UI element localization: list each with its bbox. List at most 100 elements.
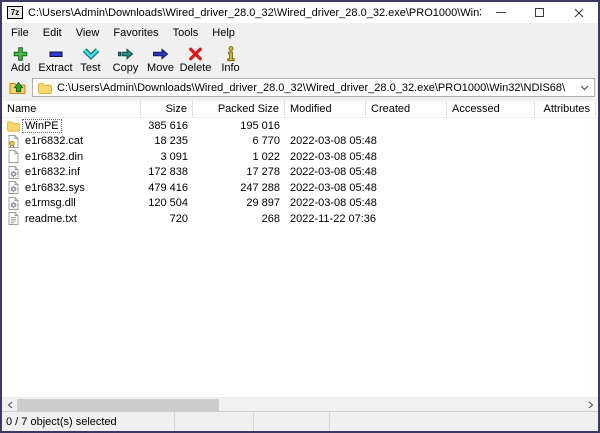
test-checkmark-icon <box>82 45 100 62</box>
info-i-icon <box>226 45 236 62</box>
status-pane-4 <box>330 412 598 431</box>
title-bar: 7z C:\Users\Admin\Downloads\Wired_driver… <box>2 2 598 23</box>
extract-button[interactable]: Extract <box>38 44 73 75</box>
info-button[interactable]: Info <box>213 44 248 75</box>
file-list-pane: Name Size Packed Size Modified Created A… <box>2 101 598 411</box>
extract-minus-icon <box>48 45 64 62</box>
menu-favorites[interactable]: Favorites <box>106 23 165 42</box>
app-icon-7zip: 7z <box>7 6 23 19</box>
delete-label: Delete <box>180 62 212 75</box>
status-pane-2 <box>175 412 254 431</box>
file-name[interactable]: e1r6832.din <box>23 151 85 163</box>
file-name[interactable]: readme.txt <box>23 213 79 225</box>
extract-label: Extract <box>38 62 72 75</box>
table-row-readme[interactable]: readme.txt 720 268 2022-11-22 07:36 <box>2 211 598 227</box>
system-file-icon <box>7 181 20 194</box>
horizontal-scrollbar[interactable] <box>2 397 598 411</box>
file-modified: 2022-11-22 07:36 <box>285 213 366 225</box>
file-modified: 2022-03-08 05:48 <box>285 197 366 209</box>
add-label: Add <box>11 62 31 75</box>
table-row-inf[interactable]: e1r6832.inf 172 838 17 278 2022-03-08 05… <box>2 165 598 181</box>
maximize-button[interactable] <box>520 2 559 23</box>
folder-icon <box>7 119 20 132</box>
delete-x-icon <box>188 45 203 62</box>
menu-file[interactable]: File <box>4 23 36 42</box>
app-icon-text: 7z <box>11 8 19 17</box>
close-icon <box>574 8 584 18</box>
add-plus-icon <box>12 45 29 62</box>
menu-tools[interactable]: Tools <box>166 23 206 42</box>
list-empty-area <box>2 227 598 398</box>
delete-button[interactable]: Delete <box>178 44 213 75</box>
file-name[interactable]: e1r6832.cat <box>23 135 85 147</box>
file-packed-size: 195 016 <box>193 120 285 132</box>
close-button[interactable] <box>559 2 598 23</box>
table-row-sys[interactable]: e1r6832.sys 479 416 247 288 2022-03-08 0… <box>2 180 598 196</box>
move-label: Move <box>147 62 174 75</box>
copy-label: Copy <box>113 62 139 75</box>
table-row-din[interactable]: e1r6832.din 3 091 1 022 2022-03-08 05:48 <box>2 149 598 165</box>
file-packed-size: 17 278 <box>193 166 285 178</box>
text-file-icon <box>7 212 20 225</box>
file-name[interactable]: e1r6832.inf <box>23 166 82 178</box>
file-packed-size: 268 <box>193 213 285 225</box>
table-row-cat[interactable]: e1r6832.cat 18 235 6 770 2022-03-08 05:4… <box>2 134 598 150</box>
file-modified: 2022-03-08 05:48 <box>285 135 366 147</box>
copy-button[interactable]: Copy <box>108 44 143 75</box>
scroll-right-arrow[interactable] <box>583 398 598 412</box>
address-path[interactable]: C:\Users\Admin\Downloads\Wired_driver_28… <box>57 82 575 94</box>
chevron-left-icon <box>7 401 13 409</box>
status-pane-3 <box>254 412 330 431</box>
file-name[interactable]: e1r6832.sys <box>23 182 87 194</box>
column-header-packed-size[interactable]: Packed Size <box>193 101 285 117</box>
file-packed-size: 6 770 <box>193 135 285 147</box>
add-button[interactable]: Add <box>3 44 38 75</box>
file-size: 120 504 <box>141 197 193 209</box>
file-name[interactable]: WinPE <box>23 120 61 132</box>
column-header-name[interactable]: Name <box>2 101 141 117</box>
column-header-attributes[interactable]: Attributes <box>535 101 596 117</box>
file-size: 3 091 <box>141 151 193 163</box>
file-rows: WinPE 385 616 195 016 e1r6832.cat 18 235… <box>2 118 598 227</box>
column-header-created[interactable]: Created <box>366 101 447 117</box>
parent-folder-button[interactable] <box>6 78 28 97</box>
column-header-accessed[interactable]: Accessed <box>447 101 535 117</box>
folder-icon <box>38 82 52 94</box>
file-packed-size: 247 288 <box>193 182 285 194</box>
chevron-down-icon[interactable] <box>580 85 589 91</box>
scrollbar-thumb[interactable] <box>17 399 219 411</box>
menu-help[interactable]: Help <box>205 23 242 42</box>
file-modified: 2022-03-08 05:48 <box>285 166 366 178</box>
window-controls <box>481 2 598 23</box>
file-size: 720 <box>141 213 193 225</box>
toolbar: Add Extract Test Copy Move <box>2 42 598 77</box>
file-size: 172 838 <box>141 166 193 178</box>
window-title: C:\Users\Admin\Downloads\Wired_driver_28… <box>28 7 481 19</box>
move-arrow-icon <box>152 45 169 62</box>
chevron-right-icon <box>588 401 594 409</box>
column-header-modified[interactable]: Modified <box>285 101 366 117</box>
table-row-winpe[interactable]: WinPE 385 616 195 016 <box>2 118 598 134</box>
list-header: Name Size Packed Size Modified Created A… <box>2 101 598 118</box>
file-packed-size: 1 022 <box>193 151 285 163</box>
folder-up-icon <box>9 80 26 95</box>
selection-status: 0 / 7 object(s) selected <box>2 412 175 431</box>
test-button[interactable]: Test <box>73 44 108 75</box>
scroll-left-arrow[interactable] <box>2 398 17 412</box>
setup-info-file-icon <box>7 166 20 179</box>
status-bar: 0 / 7 object(s) selected <box>2 411 598 431</box>
file-modified: 2022-03-08 05:48 <box>285 182 366 194</box>
address-combo[interactable]: C:\Users\Admin\Downloads\Wired_driver_28… <box>32 78 595 97</box>
menu-view[interactable]: View <box>69 23 107 42</box>
minimize-button[interactable] <box>481 2 520 23</box>
generic-file-icon <box>7 150 20 163</box>
column-header-size[interactable]: Size <box>141 101 193 117</box>
7zip-file-manager-window: 7z C:\Users\Admin\Downloads\Wired_driver… <box>0 0 600 433</box>
menu-edit[interactable]: Edit <box>36 23 69 42</box>
file-name[interactable]: e1rmsg.dll <box>23 197 78 209</box>
file-size: 479 416 <box>141 182 193 194</box>
info-label: Info <box>221 62 239 75</box>
table-row-dll[interactable]: e1rmsg.dll 120 504 29 897 2022-03-08 05:… <box>2 196 598 212</box>
file-packed-size: 29 897 <box>193 197 285 209</box>
move-button[interactable]: Move <box>143 44 178 75</box>
